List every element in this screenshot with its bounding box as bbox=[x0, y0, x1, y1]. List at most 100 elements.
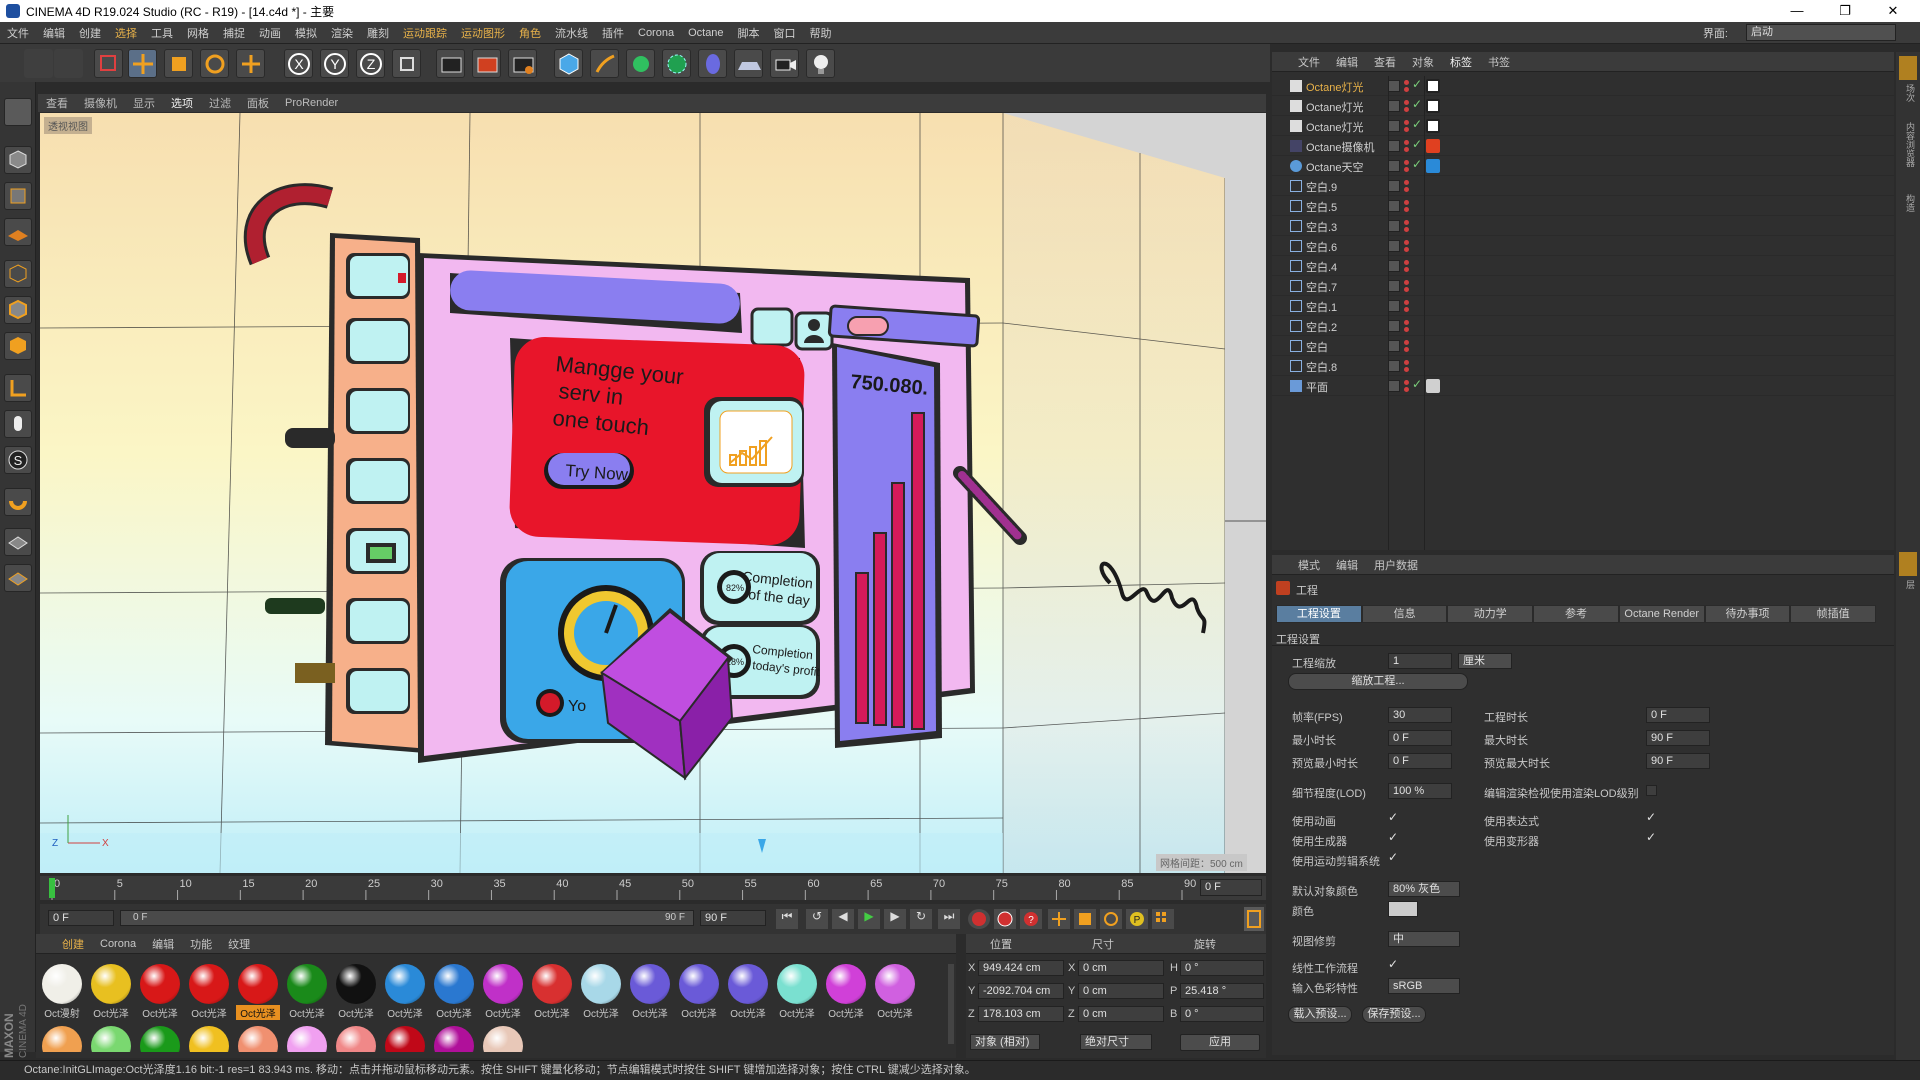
enabled-check-icon[interactable]: ✓ bbox=[1412, 77, 1422, 91]
material-swatch[interactable]: Oct光泽 bbox=[334, 964, 378, 1020]
render-view-icon[interactable] bbox=[436, 49, 465, 78]
render-visibility-dot[interactable] bbox=[1404, 227, 1409, 232]
material-menu-item[interactable]: 创建 bbox=[54, 936, 92, 952]
material-swatch[interactable]: Oct光泽 bbox=[236, 964, 280, 1020]
layer-checkbox[interactable] bbox=[1388, 360, 1400, 372]
coordinate-pos-field[interactable]: 949.424 cm bbox=[978, 960, 1064, 976]
preview-range-slider[interactable]: 0 F 90 F bbox=[120, 910, 694, 926]
object-row[interactable]: 空白 bbox=[1272, 336, 1894, 356]
editor-visibility-dot[interactable] bbox=[1404, 340, 1409, 345]
attribute-menu-item[interactable]: 用户数据 bbox=[1366, 557, 1426, 573]
editor-visibility-dot[interactable] bbox=[1404, 320, 1409, 325]
material-swatch[interactable] bbox=[89, 1026, 133, 1052]
menu-item[interactable]: 脚本 bbox=[731, 25, 767, 41]
color-swatch[interactable] bbox=[1388, 901, 1418, 917]
load-preset-button[interactable]: 载入预设... bbox=[1288, 1006, 1352, 1023]
render-visibility-dot[interactable] bbox=[1404, 107, 1409, 112]
coordinate-pos-field[interactable]: 178.103 cm bbox=[978, 1006, 1064, 1022]
render-visibility-dot[interactable] bbox=[1404, 367, 1409, 372]
material-swatch[interactable]: Oct光泽 bbox=[824, 964, 868, 1020]
layer-checkbox[interactable] bbox=[1388, 320, 1400, 332]
paint-icon[interactable] bbox=[4, 564, 32, 592]
lod-input[interactable]: 100 % bbox=[1388, 783, 1452, 799]
attribute-tab[interactable]: 参考 bbox=[1533, 605, 1619, 623]
material-swatch[interactable]: Oct光泽 bbox=[285, 964, 329, 1020]
cube-icon[interactable] bbox=[554, 49, 583, 78]
object-tag-icon[interactable] bbox=[1426, 159, 1440, 173]
object-menu-item[interactable]: 编辑 bbox=[1328, 54, 1366, 70]
tab-layers[interactable]: 层 bbox=[1899, 580, 1917, 589]
coordinate-rot-field[interactable]: 0 ° bbox=[1180, 1006, 1264, 1022]
timeline-ruler[interactable]: 0 5 10 15 20 25 30 35 40 45 50 55 60 65 70 75 80 85 90 0 F bbox=[40, 876, 1266, 900]
viewport[interactable]: Mangge your serv in one touch Try Now 75… bbox=[40, 113, 1266, 873]
play-icon[interactable]: ▶ bbox=[858, 909, 880, 929]
object-menu-item[interactable]: 查看 bbox=[1366, 54, 1404, 70]
make-editable-icon[interactable] bbox=[4, 98, 32, 126]
menu-item[interactable]: 创建 bbox=[72, 25, 108, 41]
render-visibility-dot[interactable] bbox=[1404, 167, 1409, 172]
editor-visibility-dot[interactable] bbox=[1404, 360, 1409, 365]
menu-item[interactable]: 选择 bbox=[108, 25, 144, 41]
object-menu-item[interactable]: 标签 bbox=[1442, 54, 1480, 70]
attribute-tab[interactable]: 信息 bbox=[1361, 605, 1448, 623]
material-swatch[interactable] bbox=[40, 1026, 84, 1052]
preview-min-input[interactable]: 0 F bbox=[1388, 753, 1452, 769]
editor-visibility-dot[interactable] bbox=[1404, 380, 1409, 385]
layer-checkbox[interactable] bbox=[1388, 240, 1400, 252]
menu-item[interactable]: 运动图形 bbox=[454, 25, 512, 41]
editor-visibility-dot[interactable] bbox=[1404, 180, 1409, 185]
attribute-tab[interactable]: 帧插值 bbox=[1790, 605, 1877, 623]
menu-item[interactable]: 插件 bbox=[595, 25, 631, 41]
polygons-mode-icon[interactable] bbox=[4, 332, 32, 360]
use-deformers-checkbox[interactable]: ✓ bbox=[1646, 830, 1656, 844]
layer-checkbox[interactable] bbox=[1388, 180, 1400, 192]
tab-takes[interactable]: 场次 bbox=[1899, 84, 1917, 102]
material-swatch[interactable]: Oct光泽 bbox=[775, 964, 819, 1020]
object-row[interactable]: 空白.6 bbox=[1272, 236, 1894, 256]
render-visibility-dot[interactable] bbox=[1404, 347, 1409, 352]
points-mode-icon[interactable] bbox=[4, 260, 32, 288]
material-menu-item[interactable]: 纹理 bbox=[220, 936, 258, 952]
light-icon[interactable] bbox=[806, 49, 835, 78]
object-row[interactable]: Octane摄像机 ✓ bbox=[1272, 136, 1894, 156]
menu-item[interactable]: 角色 bbox=[512, 25, 548, 41]
object-menu-item[interactable]: 对象 bbox=[1404, 54, 1442, 70]
tweak-mode-icon[interactable] bbox=[4, 410, 32, 438]
coordinate-size-field[interactable]: 0 cm bbox=[1078, 1006, 1164, 1022]
object-row[interactable]: 空白.5 bbox=[1272, 196, 1894, 216]
object-menu-item[interactable]: 文件 bbox=[1290, 54, 1328, 70]
enabled-check-icon[interactable]: ✓ bbox=[1412, 117, 1422, 131]
attribute-tab[interactable]: 动力学 bbox=[1447, 605, 1534, 623]
material-swatch[interactable]: Oct光泽 bbox=[432, 964, 476, 1020]
render-visibility-dot[interactable] bbox=[1404, 327, 1409, 332]
render-visibility-dot[interactable] bbox=[1404, 187, 1409, 192]
goto-end-icon[interactable]: ⏭ bbox=[938, 909, 960, 929]
material-swatch[interactable] bbox=[383, 1026, 427, 1052]
material-swatch[interactable]: Oct光泽 bbox=[530, 964, 574, 1020]
viewport-menu-item[interactable]: 摄像机 bbox=[76, 95, 125, 111]
use-expressions-checkbox[interactable]: ✓ bbox=[1646, 810, 1656, 824]
tab-structure[interactable]: 构造 bbox=[1899, 194, 1917, 212]
editor-visibility-dot[interactable] bbox=[1404, 160, 1409, 165]
object-tag-icon[interactable] bbox=[1426, 99, 1440, 113]
menu-item[interactable]: 雕刻 bbox=[360, 25, 396, 41]
object-row[interactable]: Octane灯光 ✓ bbox=[1272, 96, 1894, 116]
object-row[interactable]: 空白.1 bbox=[1272, 296, 1894, 316]
edges-mode-icon[interactable] bbox=[4, 296, 32, 324]
render-visibility-dot[interactable] bbox=[1404, 287, 1409, 292]
material-swatch[interactable]: Oct光泽 bbox=[726, 964, 770, 1020]
editor-visibility-dot[interactable] bbox=[1404, 100, 1409, 105]
viewport-menu-item[interactable]: 显示 bbox=[125, 95, 163, 111]
render-visibility-dot[interactable] bbox=[1404, 87, 1409, 92]
object-menu-item[interactable]: 书签 bbox=[1480, 54, 1518, 70]
object-row[interactable]: Octane灯光 ✓ bbox=[1272, 116, 1894, 136]
object-row[interactable]: 空白.9 bbox=[1272, 176, 1894, 196]
menu-item[interactable]: 流水线 bbox=[548, 25, 595, 41]
viewport-menu-item[interactable]: 查看 bbox=[38, 95, 76, 111]
use-motion-system-checkbox[interactable]: ✓ bbox=[1388, 850, 1398, 864]
menu-item[interactable]: 运动跟踪 bbox=[396, 25, 454, 41]
enabled-check-icon[interactable]: ✓ bbox=[1412, 377, 1422, 391]
editor-visibility-dot[interactable] bbox=[1404, 300, 1409, 305]
material-swatch[interactable]: Oct光泽 bbox=[579, 964, 623, 1020]
material-swatch[interactable]: Oct光泽 bbox=[138, 964, 182, 1020]
